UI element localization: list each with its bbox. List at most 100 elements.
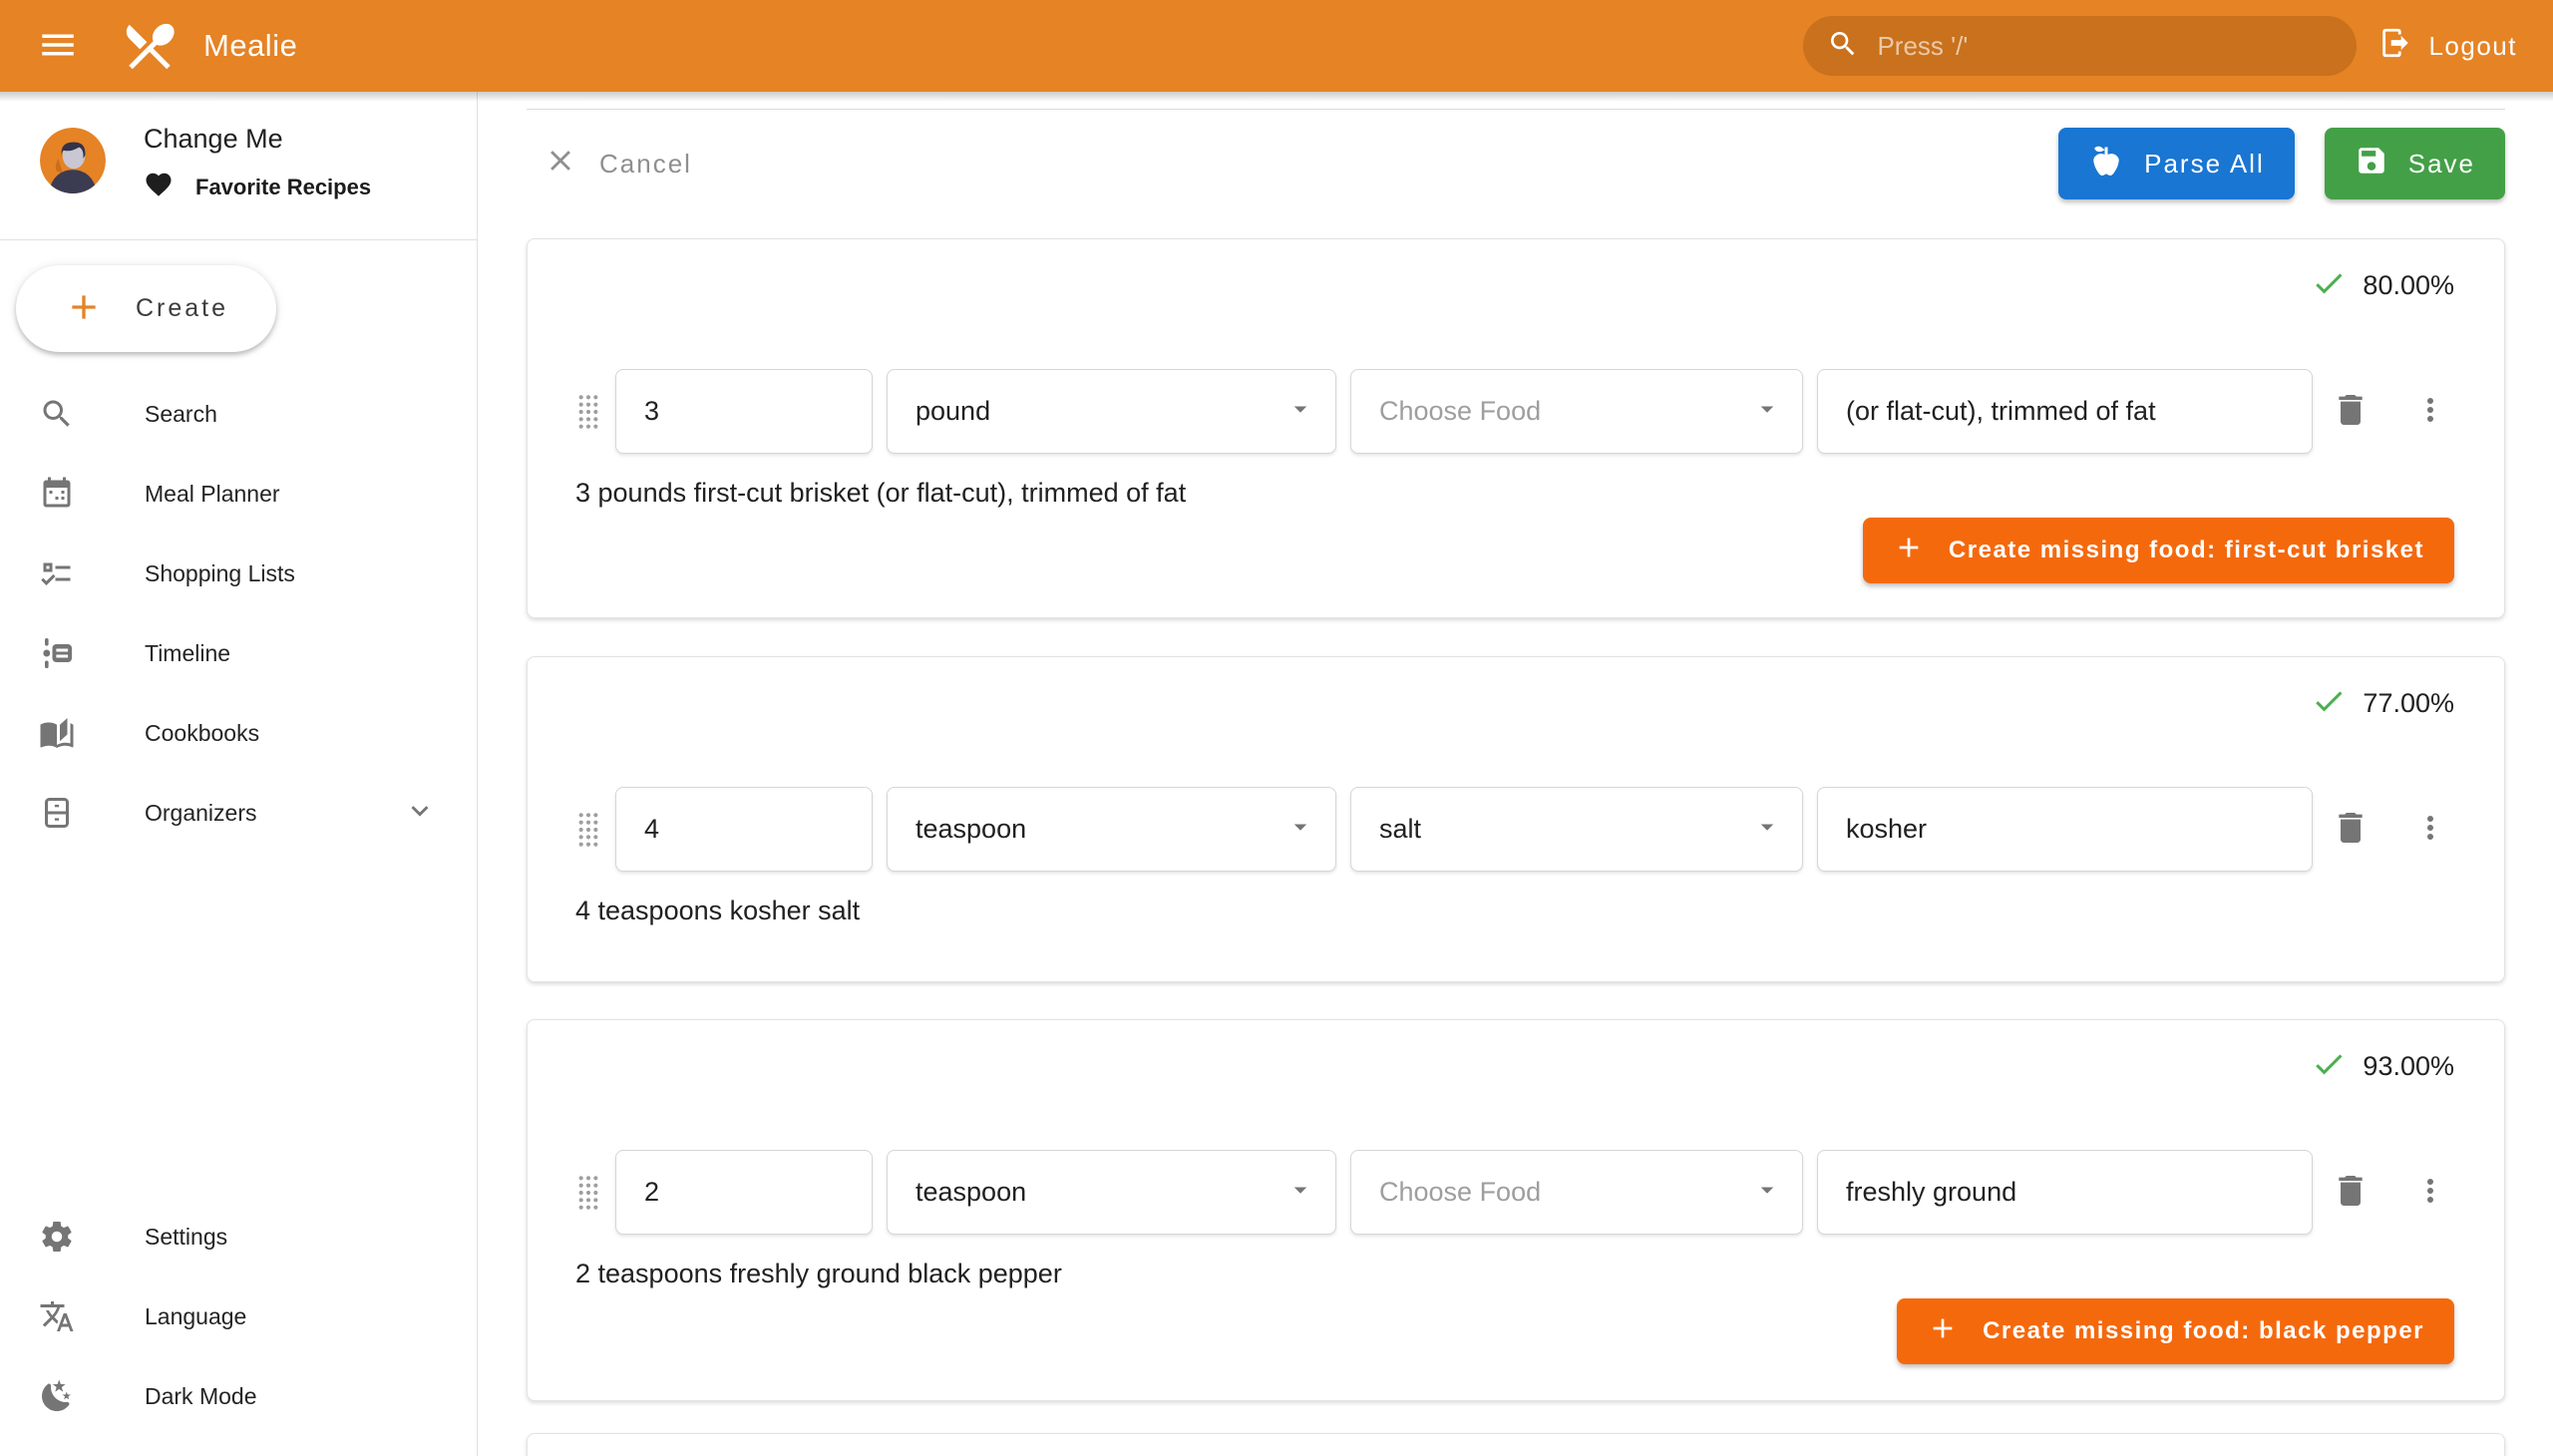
unit-select-value: teaspoon — [915, 1177, 1285, 1208]
search-icon — [1827, 28, 1859, 65]
menu-down-icon — [1285, 812, 1315, 847]
translate-icon — [38, 1298, 76, 1334]
ingredient-card-partial — [527, 1433, 2505, 1456]
favorite-recipes-link[interactable]: Favorite Recipes — [144, 170, 371, 204]
food-select[interactable]: Choose Food — [1350, 369, 1803, 454]
sidebar-item-label: Cookbooks — [145, 720, 259, 747]
unit-select-value: pound — [915, 396, 1285, 427]
delete-button[interactable] — [2327, 388, 2374, 436]
hamburger-menu-button[interactable] — [30, 18, 86, 74]
create-missing-food-label: Create missing food: black pepper — [1983, 1317, 2424, 1345]
sidebar-item-label: Meal Planner — [145, 481, 280, 508]
timeline-icon — [38, 635, 76, 671]
delete-button[interactable] — [2327, 806, 2374, 854]
sidebar-item-dark-mode[interactable]: Dark Mode — [0, 1356, 476, 1436]
sidebar-item-language[interactable]: Language — [0, 1276, 476, 1356]
unit-select[interactable]: teaspoon — [887, 1150, 1336, 1235]
food-select-placeholder: Choose Food — [1379, 396, 1752, 427]
trash-icon — [2331, 808, 2371, 851]
confidence-row: 93.00% — [575, 1048, 2454, 1084]
dots-vertical-icon — [2412, 392, 2448, 431]
user-avatar[interactable] — [40, 128, 106, 193]
favorite-recipes-label: Favorite Recipes — [195, 175, 371, 200]
create-button[interactable]: Create — [16, 265, 276, 352]
unit-select-value: teaspoon — [915, 814, 1285, 845]
drag-handle-icon[interactable] — [575, 1174, 601, 1212]
sidebar-item-label: Dark Mode — [145, 1383, 256, 1410]
file-cabinet-icon — [38, 795, 76, 831]
note-input[interactable] — [1818, 1151, 2312, 1234]
chevron-down-icon[interactable] — [403, 794, 437, 833]
confidence-row: 77.00% — [575, 685, 2454, 721]
check-icon — [2311, 265, 2347, 306]
list-checks-icon — [38, 555, 76, 591]
ingredient-card: 93.00% teaspoon Choose Food — [527, 1019, 2505, 1401]
food-select-placeholder: Choose Food — [1379, 1177, 1752, 1208]
global-search-input[interactable] — [1877, 31, 2333, 62]
plus-icon — [1927, 1312, 1959, 1351]
confidence-row: 80.00% — [575, 267, 2454, 303]
plus-icon — [1893, 532, 1925, 570]
confidence-value: 80.00% — [2363, 270, 2454, 301]
ingredient-card: 80.00% pound Choose Food — [527, 238, 2505, 618]
create-missing-food-button[interactable]: Create missing food: black pepper — [1897, 1298, 2454, 1364]
more-options-button[interactable] — [2406, 1169, 2454, 1217]
menu-down-icon — [1285, 1175, 1315, 1210]
check-icon — [2311, 1046, 2347, 1087]
sidebar-item-label: Language — [145, 1303, 246, 1330]
sidebar-item-cookbooks[interactable]: Cookbooks — [0, 693, 477, 773]
logout-button[interactable]: Logout — [2378, 26, 2517, 67]
content-top-divider — [527, 109, 2505, 110]
parser-toolbar: Cancel Parse All Save — [544, 128, 2505, 199]
sidebar-item-label: Search — [145, 401, 217, 428]
navbar: Mealie Logout — [0, 0, 2553, 92]
quantity-input[interactable] — [616, 1151, 872, 1234]
create-missing-food-label: Create missing food: first-cut brisket — [1949, 537, 2424, 564]
sidebar-item-meal-planner[interactable]: Meal Planner — [0, 454, 477, 534]
sidebar-divider — [0, 239, 477, 240]
more-options-button[interactable] — [2406, 388, 2454, 436]
sidebar-item-search[interactable]: Search — [0, 374, 477, 454]
floppy-disk-icon — [2355, 144, 2388, 184]
more-options-button[interactable] — [2406, 806, 2454, 854]
food-select[interactable]: salt — [1350, 787, 1803, 872]
logout-label: Logout — [2428, 31, 2517, 62]
trash-icon — [2331, 1171, 2371, 1214]
apple-icon — [2088, 143, 2124, 185]
delete-button[interactable] — [2327, 1169, 2374, 1217]
create-button-label: Create — [136, 294, 228, 323]
quantity-input[interactable] — [616, 370, 872, 453]
quantity-input[interactable] — [616, 788, 872, 871]
main-content: Cancel Parse All Save — [478, 92, 2553, 1456]
sidebar-item-settings[interactable]: Settings — [0, 1197, 476, 1276]
menu-down-icon — [1752, 394, 1782, 429]
calendar-icon — [38, 476, 76, 512]
note-input[interactable] — [1818, 370, 2312, 453]
food-select[interactable]: Choose Food — [1350, 1150, 1803, 1235]
sidebar-item-shopping-lists[interactable]: Shopping Lists — [0, 534, 477, 613]
create-missing-food-button[interactable]: Create missing food: first-cut brisket — [1863, 518, 2454, 583]
heart-icon — [144, 170, 174, 204]
sidebar-item-timeline[interactable]: Timeline — [0, 613, 477, 693]
cancel-label: Cancel — [599, 149, 692, 180]
drag-handle-icon[interactable] — [575, 811, 601, 849]
sidebar-item-label: Shopping Lists — [145, 560, 295, 587]
dots-vertical-icon — [2412, 810, 2448, 849]
drag-handle-icon[interactable] — [575, 393, 601, 431]
trash-icon — [2331, 390, 2371, 433]
unit-select[interactable]: pound — [887, 369, 1336, 454]
parse-all-label: Parse All — [2144, 149, 2265, 180]
global-search[interactable] — [1803, 16, 2357, 76]
menu-down-icon — [1752, 812, 1782, 847]
parse-all-button[interactable]: Parse All — [2058, 128, 2295, 199]
unit-select[interactable]: teaspoon — [887, 787, 1336, 872]
sidebar-item-organizers[interactable]: Organizers — [0, 773, 477, 853]
user-profile: Change Me Favorite Recipes — [0, 92, 477, 239]
original-ingredient-text: 3 pounds first-cut brisket (or flat-cut)… — [575, 478, 2454, 512]
dots-vertical-icon — [2412, 1173, 2448, 1212]
cancel-button[interactable]: Cancel — [544, 144, 692, 184]
save-button[interactable]: Save — [2325, 128, 2505, 199]
user-name: Change Me — [144, 122, 371, 156]
note-input[interactable] — [1818, 788, 2312, 871]
original-ingredient-text: 2 teaspoons freshly ground black pepper — [575, 1259, 2454, 1292]
